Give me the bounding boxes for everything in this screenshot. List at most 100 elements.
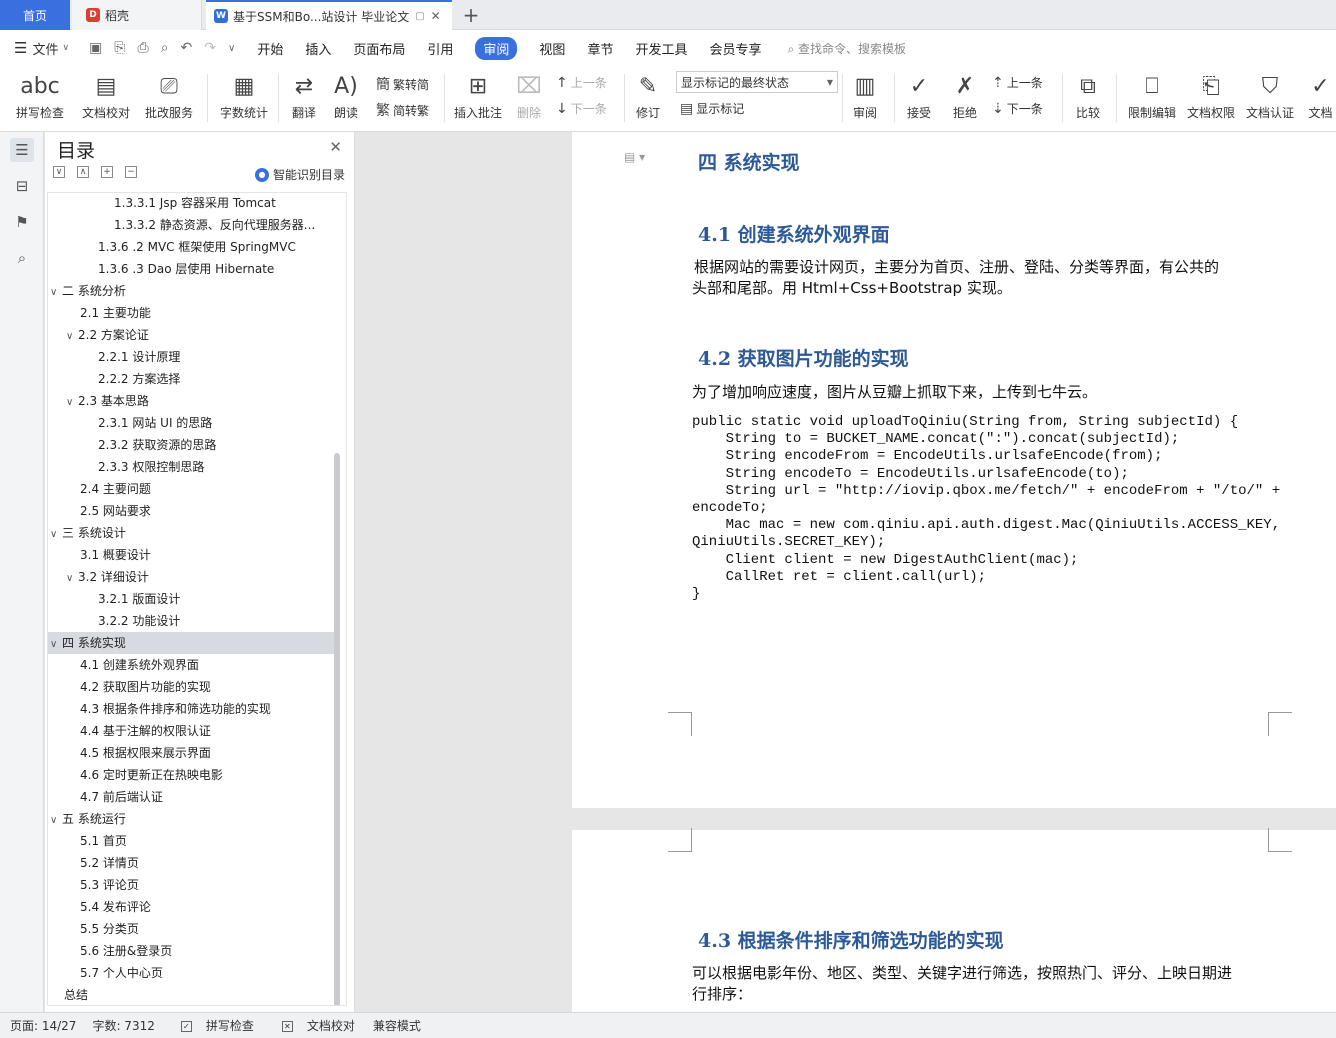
toc-item[interactable]: 1.3.3.2 静态资源、反向代理服务器... [48, 214, 334, 236]
toc-item[interactable]: 4.7 前后端认证 [48, 786, 334, 808]
toc-item[interactable]: 2.4 主要问题 [48, 478, 334, 500]
toc-item[interactable]: 总结 [48, 984, 334, 1005]
doc-more-button[interactable]: ✓ 文档 [1305, 70, 1336, 121]
toc-item[interactable]: 4.1 创建系统外观界面 [48, 654, 334, 676]
toc-item[interactable]: 2.1 主要功能 [48, 302, 334, 324]
toc-item[interactable]: 1.3.3.1 Jsp 容器采用 Tomcat [48, 193, 334, 214]
toc-item[interactable]: 4.5 根据权限来展示界面 [48, 742, 334, 764]
word-count[interactable]: 字数: 7312 [92, 1017, 154, 1034]
close-icon[interactable]: ✕ [329, 138, 342, 156]
toc-item[interactable]: 4.6 定时更新正在热映电影 [48, 764, 334, 786]
undo-icon[interactable]: ↶ [181, 40, 193, 56]
tab-document[interactable]: W 基于SSM和Bo...站设计 毕业论文 ▢ ✕ [206, 0, 452, 30]
word-count-button[interactable]: ▦ 字数统计 [216, 70, 272, 121]
next-change-button[interactable]: ⇣ 下一条 [992, 100, 1043, 117]
chevron-down-icon[interactable]: ∨ [66, 326, 78, 346]
toc-item[interactable]: 2.2.2 方案选择 [48, 368, 334, 390]
paragraph-icon[interactable]: ▤ ▾ [624, 150, 645, 164]
show-markup-button[interactable]: ▤ 显示标记 [680, 100, 744, 117]
toc-scrollbar[interactable] [334, 453, 340, 1005]
toc-item[interactable]: 5.7 个人中心页 [48, 962, 334, 984]
toc-item[interactable]: 2.3.1 网站 UI 的思路 [48, 412, 334, 434]
bookmark-icon[interactable]: ⚑ [10, 210, 34, 234]
toc-item[interactable]: 3.2.2 功能设计 [48, 610, 334, 632]
toc-item[interactable]: 4.3 根据条件排序和筛选功能的实现 [48, 698, 334, 720]
toc-item[interactable]: 1.3.6 .3 Dao 层使用 Hibernate [48, 258, 334, 280]
restrict-edit-button[interactable]: ⎕ 限制编辑 [1124, 70, 1180, 121]
toc-item[interactable]: ∨ 三 系统设计 [48, 522, 334, 544]
toc-item[interactable]: 3.2.1 版面设计 [48, 588, 334, 610]
batch-service-button[interactable]: ⎚ 批改服务 [138, 70, 200, 121]
tab-home[interactable]: 首页 [0, 0, 70, 30]
accept-button[interactable]: ✓ 接受 [900, 70, 938, 121]
spell-check-button[interactable]: abc 拼写检查 [10, 70, 70, 121]
delete-comment-button[interactable]: ⌧ 删除 [510, 70, 548, 121]
toc-item[interactable]: 5.5 分类页 [48, 918, 334, 940]
toc-item[interactable]: ∨ 2.2 方案论证 [48, 324, 334, 346]
preview-icon[interactable]: ⌕ [161, 40, 169, 56]
toc-item[interactable]: 2.3.2 获取资源的思路 [48, 434, 334, 456]
expand-up-icon[interactable]: ∧ [77, 166, 89, 178]
chevron-down-icon[interactable]: ∨ [50, 524, 62, 544]
chapter-nav-icon[interactable]: ⊟ [10, 174, 34, 198]
minus-icon[interactable]: − [125, 166, 137, 178]
simp-to-trad-button[interactable]: 繁简转繁 [376, 100, 429, 120]
tab-daoke[interactable]: D 稻壳 [72, 0, 202, 30]
toc-item[interactable]: 2.2.1 设计原理 [48, 346, 334, 368]
tab-close-icon[interactable]: ✕ [431, 9, 441, 23]
menu-chapter[interactable]: 章节 [587, 39, 613, 58]
track-changes-button[interactable]: ✎ 修订 [630, 70, 666, 121]
insert-comment-button[interactable]: ⊞ 插入批注 [452, 70, 504, 121]
review-pane-button[interactable]: ▥ 审阅 [846, 70, 884, 121]
menu-developer[interactable]: 开发工具 [635, 39, 687, 58]
chevron-down-icon[interactable]: ∨ [50, 810, 62, 830]
toc-item[interactable]: ∨ 2.3 基本思路 [48, 390, 334, 412]
prev-comment-button[interactable]: ↑ 上一条 [556, 74, 607, 91]
more-chevron-icon[interactable]: ∨ [228, 43, 235, 54]
export-icon[interactable]: ⎘ [114, 40, 125, 56]
toc-item[interactable]: 5.3 评论页 [48, 874, 334, 896]
toc-item[interactable]: 1.3.6 .2 MVC 框架使用 SpringMVC [48, 236, 334, 258]
read-aloud-button[interactable]: A) 朗读 [328, 70, 364, 121]
menu-insert[interactable]: 插入 [305, 39, 331, 58]
hamburger-icon[interactable]: ☰ [14, 39, 27, 57]
prev-change-button[interactable]: ⇡ 上一条 [992, 74, 1043, 91]
file-menu[interactable]: 文件 [32, 39, 58, 58]
reject-button[interactable]: ✗ 拒绝 [946, 70, 984, 121]
tab-window-icon[interactable]: ▢ [415, 11, 424, 22]
collapse-all-icon[interactable]: ∨ [53, 166, 65, 178]
chevron-down-icon[interactable]: ∨ [50, 634, 62, 654]
toc-item[interactable]: 5.1 首页 [48, 830, 334, 852]
toc-item[interactable]: 5.6 注册&登录页 [48, 940, 334, 962]
chevron-down-icon[interactable]: ∨ [50, 282, 62, 302]
menu-view[interactable]: 视图 [539, 39, 565, 58]
command-search[interactable]: ⌕ 查找命令、搜索模板 [787, 40, 906, 57]
menu-start[interactable]: 开始 [257, 39, 283, 58]
toc-item[interactable]: 5.2 详情页 [48, 852, 334, 874]
toc-item[interactable]: ∨ 二 系统分析 [48, 280, 334, 302]
toc-item[interactable]: 2.5 网站要求 [48, 500, 334, 522]
doc-proof-button[interactable]: ▤ 文档校对 [78, 70, 134, 121]
next-comment-button[interactable]: ↓ 下一条 [556, 100, 607, 117]
new-tab-button[interactable]: + [460, 0, 482, 30]
compare-button[interactable]: ⧉ 比较 [1068, 70, 1108, 121]
menu-member[interactable]: 会员专享 [709, 39, 761, 58]
doc-permission-button[interactable]: ⎗ 文档权限 [1184, 70, 1238, 121]
plus-icon[interactable]: + [101, 166, 113, 178]
menu-page-layout[interactable]: 页面布局 [353, 39, 405, 58]
toc-item[interactable]: 2.3.3 权限控制思路 [48, 456, 334, 478]
menu-review[interactable]: 审阅 [475, 36, 518, 60]
translate-button[interactable]: ⇄ 翻译 [284, 70, 324, 121]
toc-item[interactable]: ∨ 3.2 详细设计 [48, 566, 334, 588]
page-indicator[interactable]: 页面: 14/27 [10, 1017, 76, 1034]
redo-icon[interactable]: ↷ [204, 40, 216, 56]
toc-item[interactable]: ∨ 四 系统实现 [48, 632, 334, 654]
doc-proof-toggle[interactable]: ✕ 文档校对 [272, 1017, 355, 1034]
save-icon[interactable]: ▣ [89, 40, 102, 56]
toc-item[interactable]: 4.4 基于注解的权限认证 [48, 720, 334, 742]
trad-to-simp-button[interactable]: 簡繁转简 [376, 74, 429, 94]
markup-state-select[interactable]: 显示标记的最终状态 ▼ [676, 71, 838, 93]
print-icon[interactable]: ⎙ [138, 40, 149, 56]
chevron-down-icon[interactable]: ∨ [66, 568, 78, 588]
menu-references[interactable]: 引用 [427, 39, 453, 58]
